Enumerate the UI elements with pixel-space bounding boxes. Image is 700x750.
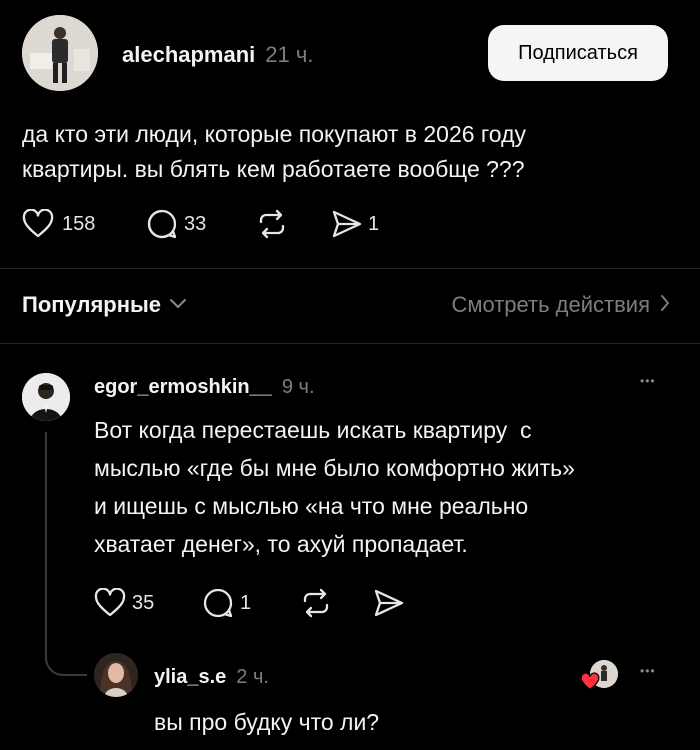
reply-timestamp: 9 ч. <box>281 375 315 398</box>
comment-icon <box>202 587 234 619</box>
more-icon[interactable]: ••• <box>640 664 656 678</box>
post-username[interactable]: alechapmani <box>122 42 255 68</box>
heart-icon <box>22 209 54 239</box>
reply-text-line: мыслью «где бы мне было комфортно жить» <box>94 455 575 481</box>
reply-text-line: и ищешь с мыслью «на что мне реально <box>94 493 529 519</box>
liked-by-author-badge <box>580 660 620 692</box>
chevron-down-icon <box>169 296 187 314</box>
reply-text-line: Вот когда перестаешь искать квартиру с <box>94 417 532 443</box>
sort-dropdown[interactable]: Популярные <box>22 289 187 321</box>
repost-icon <box>300 587 332 619</box>
thread-line <box>45 432 47 662</box>
post-text: да кто эти люди, которые покупают в 2026… <box>22 117 682 187</box>
post-author-avatar[interactable] <box>22 15 98 91</box>
sort-label: Популярные <box>22 292 162 317</box>
post-timestamp: 21 ч. <box>265 42 314 67</box>
more-icon[interactable]: ••• <box>640 374 656 388</box>
post-like-count: 158 <box>62 212 96 235</box>
follow-button[interactable]: Подписаться <box>488 25 668 81</box>
view-activity-link[interactable]: Смотреть действия <box>451 289 670 321</box>
divider <box>0 343 700 344</box>
reply-username[interactable]: ylia_s.e <box>154 666 226 689</box>
reply-like-button[interactable]: 35 <box>94 586 154 620</box>
post-like-button[interactable]: 158 <box>22 207 95 241</box>
reply-share-button[interactable] <box>372 586 406 620</box>
post-comment-button[interactable]: 33 <box>146 207 206 241</box>
post-comment-count: 33 <box>184 212 207 235</box>
reply-text: Вот когда перестаешь искать квартиру с м… <box>94 411 694 563</box>
reply-author-avatar[interactable] <box>22 373 70 421</box>
reply-text-line: хватает денег», то ахуй пропадает. <box>94 531 468 557</box>
share-icon <box>330 208 364 240</box>
thread-connector <box>45 640 87 676</box>
reply-repost-button[interactable] <box>300 586 332 620</box>
post-text-line: да кто эти люди, которые покупают в 2026… <box>22 121 527 147</box>
reply-text: вы про будку что ли? <box>154 709 380 735</box>
post-repost-button[interactable] <box>256 207 288 241</box>
divider <box>0 268 700 269</box>
reply-comment-count: 1 <box>240 591 252 614</box>
share-icon <box>372 587 406 619</box>
reply-like-count: 35 <box>132 591 155 614</box>
view-activity-label: Смотреть действия <box>451 292 650 317</box>
reply-author-avatar[interactable] <box>94 653 138 697</box>
post-share-button[interactable]: 1 <box>330 207 379 241</box>
comment-icon <box>146 208 178 240</box>
heart-icon <box>94 588 126 618</box>
follow-button-label: Подписаться <box>518 41 638 64</box>
reply-timestamp: 2 ч. <box>236 665 269 688</box>
post-text-line: квартиры. вы блять кем работаете вообще … <box>22 156 525 182</box>
reply-comment-button[interactable]: 1 <box>202 586 251 620</box>
reply-username[interactable]: egor_ermoshkin__ <box>94 376 272 399</box>
post-share-count: 1 <box>368 212 380 235</box>
liked-heart-icon <box>580 672 600 697</box>
repost-icon <box>256 208 288 240</box>
chevron-right-icon <box>660 294 670 317</box>
